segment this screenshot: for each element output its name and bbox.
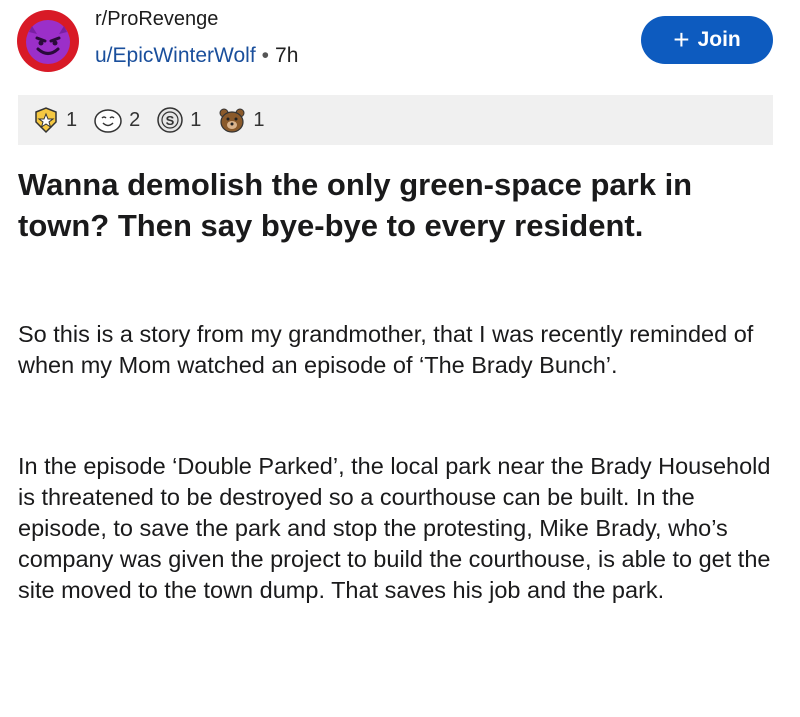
join-label: Join bbox=[697, 28, 741, 51]
award-item[interactable]: S 1 bbox=[156, 106, 201, 134]
svg-text:S: S bbox=[166, 113, 175, 128]
post-header: r/ProRevenge u/EpicWinterWolf • 7h + Join bbox=[0, 0, 800, 90]
silver-award-icon: S bbox=[157, 107, 183, 133]
devil-face-icon bbox=[26, 20, 70, 64]
subreddit-avatar[interactable] bbox=[17, 10, 79, 72]
post-time: 7h bbox=[275, 44, 299, 67]
star-award-icon bbox=[35, 107, 57, 134]
post-paragraph: So this is a story from my grandmother, … bbox=[18, 321, 754, 378]
meta-separator: • bbox=[261, 44, 270, 67]
award-count: 2 bbox=[129, 108, 141, 131]
award-item[interactable]: 1 bbox=[32, 106, 77, 134]
subreddit-name[interactable]: r/ProRevenge bbox=[95, 8, 218, 31]
join-button[interactable]: + Join bbox=[641, 16, 773, 64]
wholesome-award-icon bbox=[94, 109, 122, 133]
award-count: 1 bbox=[66, 108, 78, 131]
author-link[interactable]: u/EpicWinterWolf bbox=[95, 44, 256, 67]
award-item[interactable]: 1 bbox=[217, 106, 265, 134]
award-item[interactable]: 2 bbox=[93, 106, 140, 134]
post-meta: u/EpicWinterWolf • 7h bbox=[95, 44, 298, 68]
bear-award-icon bbox=[219, 108, 245, 133]
award-count: 1 bbox=[190, 108, 202, 131]
awards-bar[interactable]: 1 2 S 1 1 bbox=[18, 95, 773, 145]
plus-icon: + bbox=[673, 24, 690, 55]
award-count: 1 bbox=[253, 108, 265, 131]
post-paragraph: In the episode ‘Double Parked’, the loca… bbox=[18, 453, 771, 603]
post-title: Wanna demolish the only green-space park… bbox=[18, 167, 693, 243]
